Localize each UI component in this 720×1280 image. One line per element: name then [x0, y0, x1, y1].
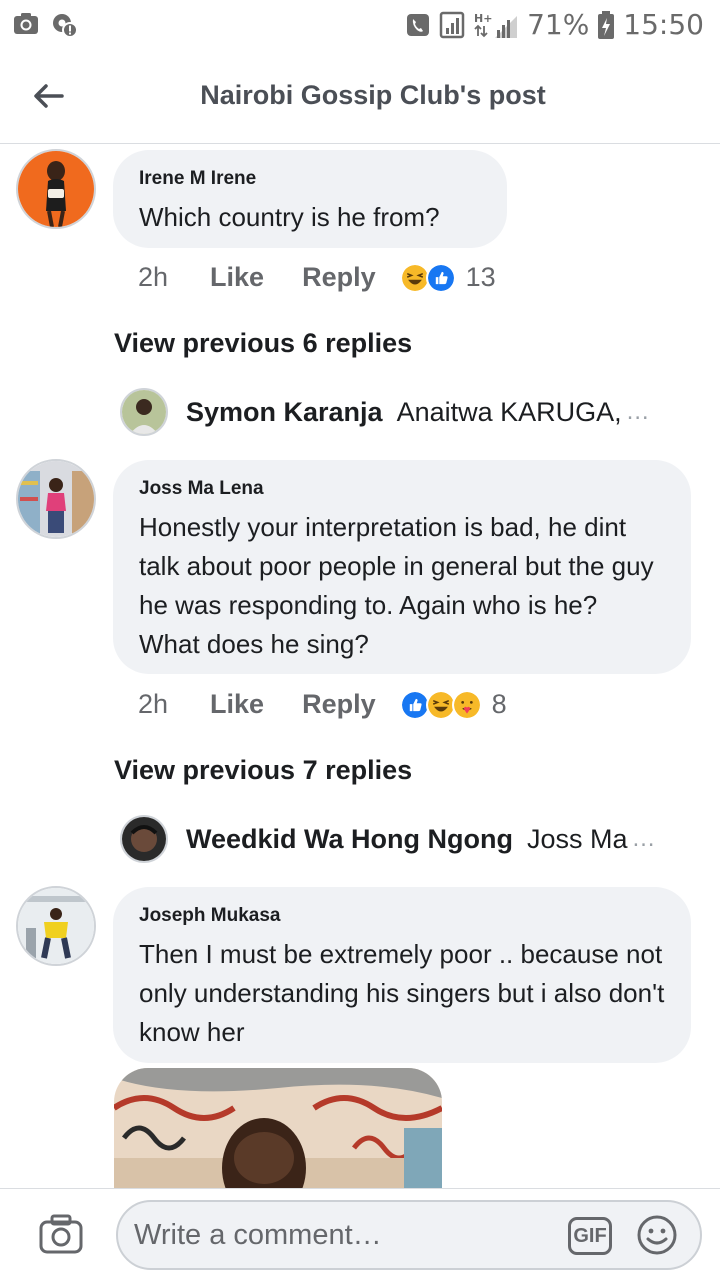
gif-button[interactable]: GIF — [568, 1217, 612, 1255]
page-title: Nairobi Gossip Club's post — [200, 80, 546, 110]
comment-placeholder: Write a comment… — [134, 1219, 382, 1251]
view-previous-replies[interactable]: View previous 7 replies — [114, 755, 412, 786]
view-previous-replies[interactable]: View previous 6 replies — [114, 328, 412, 359]
comment-author[interactable]: Joseph Mukasa — [139, 905, 665, 927]
comment-bubble[interactable]: Joss Ma Lena Honestly your interpretatio… — [113, 460, 691, 674]
like-reaction-icon — [425, 262, 456, 293]
reaction-count[interactable]: 8 — [492, 689, 507, 720]
like-button[interactable]: Like — [210, 689, 264, 720]
comment-author[interactable]: Joss Ma Lena — [139, 478, 665, 500]
battery-charging-icon — [598, 10, 615, 39]
comment-time[interactable]: 2h — [138, 262, 168, 293]
comment-author[interactable]: Irene M Irene — [139, 168, 481, 190]
reply-avatar[interactable] — [120, 815, 168, 863]
sim-signal-icon — [439, 11, 465, 38]
reply-avatar-photo — [122, 390, 166, 434]
network-type-icon: H+ — [474, 12, 518, 38]
avatar-photo — [18, 888, 94, 964]
camera-notification-icon — [14, 13, 38, 34]
clock: 15:50 — [623, 8, 704, 41]
comment-photo[interactable] — [114, 1068, 442, 1190]
ellipsis: … — [625, 398, 650, 425]
reactions[interactable] — [399, 262, 456, 293]
reply-button[interactable]: Reply — [302, 689, 376, 720]
comment-photo-image — [114, 1068, 442, 1190]
avatar-photo — [18, 461, 94, 537]
reply-author: Weedkid Wa Hong Ngong — [186, 823, 513, 854]
camera-icon[interactable] — [38, 1211, 84, 1257]
phone-vibrate-icon — [407, 13, 430, 36]
reply-avatar[interactable] — [120, 388, 168, 436]
svg-text:H+: H+ — [474, 12, 492, 25]
comment-time[interactable]: 2h — [138, 689, 168, 720]
comment-text: Then I must be extremely poor .. because… — [139, 939, 665, 1047]
reaction-count[interactable]: 13 — [466, 262, 496, 293]
like-button[interactable]: Like — [210, 262, 264, 293]
reactions[interactable] — [399, 689, 482, 720]
reply-avatar-photo — [122, 817, 166, 861]
comment-input[interactable]: Write a comment… GIF — [116, 1200, 702, 1270]
care-reaction-icon — [451, 689, 482, 720]
comment-text: Which country is he from? — [139, 202, 440, 232]
latest-reply[interactable]: Weedkid Wa Hong Ngong Joss Ma … — [120, 815, 656, 863]
avatar-photo — [18, 151, 94, 227]
avatar[interactable] — [16, 459, 96, 539]
reply-author: Symon Karanja — [186, 396, 383, 427]
comment-bubble[interactable]: Irene M Irene Which country is he from? — [113, 150, 507, 248]
avatar[interactable] — [16, 886, 96, 966]
battery-percent: 71% — [527, 8, 590, 41]
reply-snippet: Anaitwa KARUGA, — [396, 396, 622, 427]
emoji-icon[interactable] — [636, 1214, 678, 1256]
comment-actions: 2h Like Reply 13 — [138, 262, 496, 293]
status-bar: H+ 71% 15:50 — [0, 0, 720, 50]
ellipsis: … — [631, 825, 656, 852]
comment-composer: Write a comment… GIF — [0, 1188, 720, 1280]
latest-reply[interactable]: Symon Karanja Anaitwa KARUGA, … — [120, 388, 650, 436]
comment-bubble[interactable]: Joseph Mukasa Then I must be extremely p… — [113, 887, 691, 1063]
reply-button[interactable]: Reply — [302, 262, 376, 293]
avatar[interactable] — [16, 149, 96, 229]
post-header: Nairobi Gossip Club's post — [0, 50, 720, 144]
comment-text: Honestly your interpretation is bad, he … — [139, 512, 654, 659]
reply-snippet: Joss Ma — [526, 823, 628, 854]
settings-notification-icon — [53, 14, 78, 38]
comment-actions: 2h Like Reply 8 — [138, 689, 507, 720]
